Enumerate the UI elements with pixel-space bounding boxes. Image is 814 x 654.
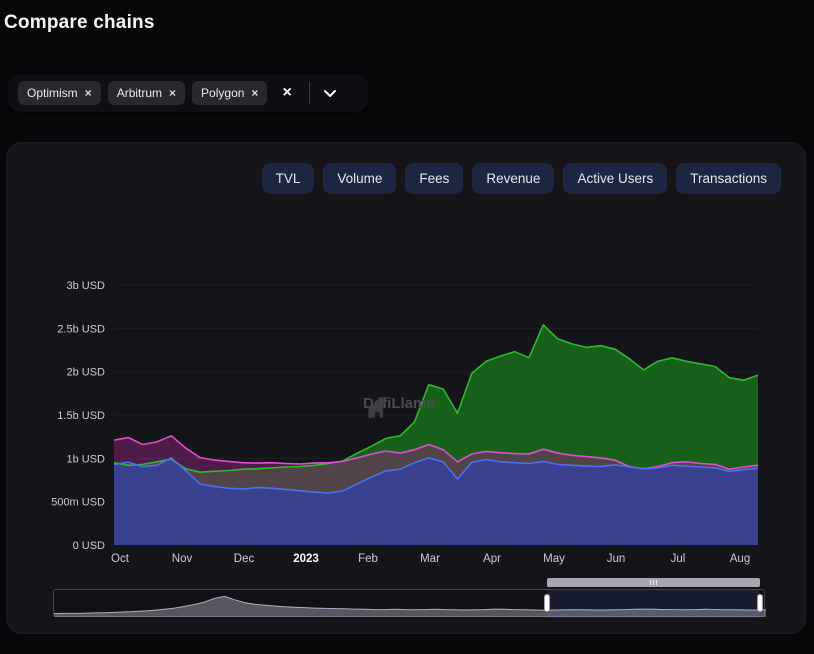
brush-drag-bar[interactable] — [546, 578, 760, 587]
svg-text:Dec: Dec — [234, 553, 255, 565]
svg-text:Mar: Mar — [420, 553, 440, 565]
chip-optimism[interactable]: Optimism × — [18, 81, 101, 105]
svg-text:Jul: Jul — [671, 553, 686, 565]
svg-text:2b USD: 2b USD — [66, 367, 105, 379]
svg-text:0 USD: 0 USD — [73, 540, 105, 552]
svg-text:3b USD: 3b USD — [66, 280, 105, 292]
divider — [308, 82, 310, 104]
remove-chip-icon[interactable]: × — [85, 87, 92, 99]
svg-text:Aug: Aug — [730, 553, 750, 565]
svg-text:2023: 2023 — [293, 553, 319, 565]
chip-label: Optimism — [27, 86, 78, 100]
chart-card: TVL Volume Fees Revenue Active Users Tra… — [6, 142, 806, 634]
dropdown-toggle-button[interactable] — [323, 89, 337, 98]
clear-all-button[interactable]: × — [282, 85, 291, 101]
brush-left-handle[interactable] — [543, 594, 550, 612]
svg-text:Feb: Feb — [358, 553, 378, 565]
chip-label: Polygon — [201, 86, 245, 100]
brush-sparkline — [54, 590, 766, 618]
svg-text:Jun: Jun — [607, 553, 626, 565]
page-title: Compare chains — [4, 12, 155, 33]
svg-text:Oct: Oct — [111, 553, 130, 565]
brush-right-handle[interactable] — [756, 594, 763, 612]
chain-selector[interactable]: Optimism × Arbitrum × Polygon × × — [8, 74, 368, 112]
chip-label: Arbitrum — [116, 86, 163, 100]
chevron-down-icon — [323, 89, 336, 97]
svg-text:2.5b USD: 2.5b USD — [57, 323, 105, 335]
remove-chip-icon[interactable]: × — [169, 87, 176, 99]
svg-text:1.5b USD: 1.5b USD — [57, 410, 105, 422]
svg-text:May: May — [543, 553, 565, 565]
tvl-area-chart: 0 USD 500m USD 1b USD 1.5b USD 2b USD 2.5b US… — [7, 143, 807, 583]
chip-arbitrum[interactable]: Arbitrum × — [107, 81, 186, 105]
svg-text:Apr: Apr — [483, 553, 501, 565]
chip-polygon[interactable]: Polygon × — [192, 81, 268, 105]
svg-text:1b USD: 1b USD — [66, 453, 105, 465]
svg-text:500m USD: 500m USD — [51, 497, 105, 509]
remove-chip-icon[interactable]: × — [251, 87, 258, 99]
svg-text:Nov: Nov — [172, 553, 193, 565]
chart-canvas: 0 USD 500m USD 1b USD 1.5b USD 2b USD 2.5b US… — [51, 280, 759, 565]
time-range-brush[interactable] — [53, 578, 766, 618]
